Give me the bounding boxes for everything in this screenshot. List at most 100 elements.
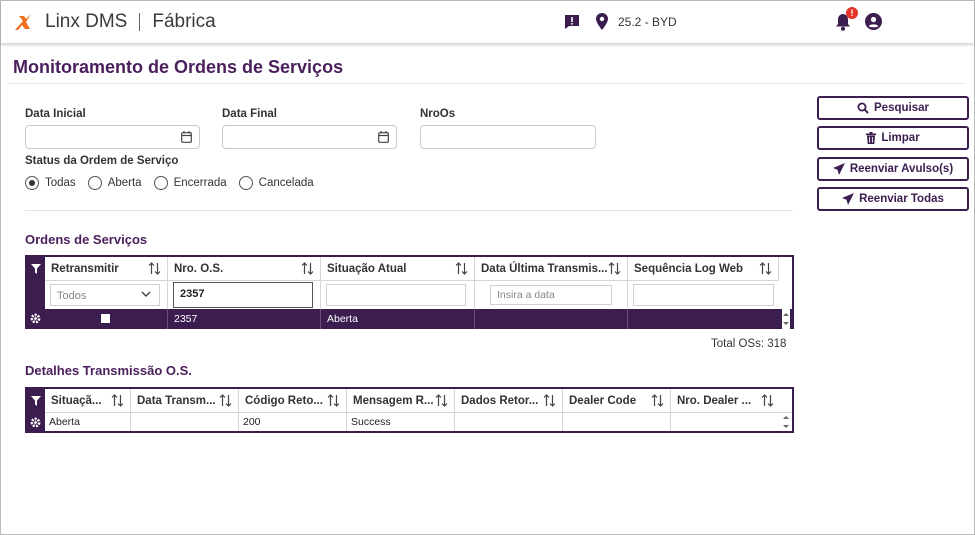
column-header-label: Situação Atual xyxy=(327,263,407,275)
grid-sidebar xyxy=(27,389,45,431)
col-sequencia-log-web[interactable]: Sequência Log Web xyxy=(628,257,779,281)
data-inicial-input[interactable] xyxy=(25,125,200,149)
radio-label: Aberta xyxy=(107,177,142,189)
module-name: Fábrica xyxy=(152,11,216,32)
user-icon[interactable] xyxy=(865,13,882,30)
sort-icon[interactable] xyxy=(608,262,621,275)
notification-badge: ! xyxy=(846,7,858,19)
scrollbar[interactable] xyxy=(782,309,790,329)
filter-icon[interactable] xyxy=(31,396,41,406)
sort-icon[interactable] xyxy=(759,262,772,275)
sort-icon[interactable] xyxy=(761,394,774,407)
pesquisar-button[interactable]: Pesquisar xyxy=(817,96,969,120)
radio-button[interactable] xyxy=(153,176,168,190)
radio-label: Encerrada xyxy=(173,177,227,189)
col-data-transmissao[interactable]: Data Transm... xyxy=(131,389,239,413)
table-row[interactable]: Aberta 200 Success xyxy=(45,413,792,431)
radio-encerrada[interactable]: Encerrada xyxy=(153,176,227,190)
filter-icon[interactable] xyxy=(31,264,41,274)
sort-icon[interactable] xyxy=(455,262,468,275)
data-final-input[interactable] xyxy=(222,125,397,149)
data-inicial-label: Data Inicial xyxy=(25,108,86,120)
filters-divider xyxy=(25,210,793,211)
column-header-label: Dealer Code xyxy=(569,395,637,407)
brand-divider xyxy=(139,13,141,31)
search-icon xyxy=(857,102,869,114)
trash-icon xyxy=(866,132,877,144)
retransmitir-checkbox[interactable] xyxy=(101,314,110,323)
sort-icon[interactable] xyxy=(651,394,664,407)
col-situacao-atual[interactable]: Situação Atual xyxy=(321,257,475,281)
details-grid: Situaçã... Data Transm... Código Reto...… xyxy=(25,387,794,433)
chat-icon[interactable] xyxy=(564,14,580,30)
column-header-label: Dados Retor... xyxy=(461,395,539,407)
col-data-ultima-transmissao[interactable]: Data Última Transmis... xyxy=(475,257,628,281)
select-value: Todos xyxy=(57,290,87,302)
table-row[interactable]: 2357 Aberta xyxy=(45,309,792,329)
cell-mensagem-retorno: Success xyxy=(347,413,455,431)
limpar-label: Limpar xyxy=(881,132,920,144)
store-version[interactable]: 25.2 - BYD xyxy=(618,15,677,29)
filter-cell-situacao xyxy=(321,281,475,309)
reenviar-avulso-button[interactable]: Reenviar Avulso(s) xyxy=(817,157,969,181)
radio-aberta[interactable]: Aberta xyxy=(87,176,142,190)
col-nro-dealer[interactable]: Nro. Dealer ... xyxy=(671,389,792,413)
cell-codigo-retorno: 200 xyxy=(239,413,347,431)
sort-icon[interactable] xyxy=(148,262,161,275)
orders-grid: Retransmitir Nro. O.S. Situação Atual Da… xyxy=(25,255,794,329)
location-pin-icon[interactable] xyxy=(596,13,608,30)
radio-button[interactable] xyxy=(25,176,39,190)
retransmitir-filter-select[interactable]: Todos xyxy=(50,284,160,306)
column-header-label: Situaçã... xyxy=(51,395,102,407)
gear-icon[interactable] xyxy=(30,417,41,428)
sequencia-filter-input[interactable] xyxy=(633,284,774,306)
col-retransmitir[interactable]: Retransmitir xyxy=(45,257,168,281)
radio-button[interactable] xyxy=(238,176,253,190)
calendar-icon[interactable] xyxy=(378,131,389,143)
filter-cell-data: Insira a data xyxy=(475,281,628,309)
column-header-label: Mensagem R... xyxy=(353,395,434,407)
limpar-button[interactable]: Limpar xyxy=(817,126,969,150)
reenviar-avulso-label: Reenviar Avulso(s) xyxy=(849,163,954,175)
col-mensagem-retorno[interactable]: Mensagem R... xyxy=(347,389,455,413)
filter-cell-sequencia xyxy=(628,281,779,309)
reenviar-todas-button[interactable]: Reenviar Todas xyxy=(817,187,969,211)
calendar-icon[interactable] xyxy=(181,131,192,143)
filter-cell-nro-os: 2357 xyxy=(168,281,321,309)
linx-logo-icon xyxy=(15,14,31,30)
gear-icon[interactable] xyxy=(30,313,41,324)
col-nro-os[interactable]: Nro. O.S. xyxy=(168,257,321,281)
sort-icon[interactable] xyxy=(435,394,448,407)
cell-nro-dealer xyxy=(671,413,782,431)
radio-todas[interactable]: Todas xyxy=(25,176,76,190)
column-header-label: Data Última Transmis... xyxy=(481,263,608,275)
col-codigo-retorno[interactable]: Código Reto... xyxy=(239,389,347,413)
reenviar-todas-label: Reenviar Todas xyxy=(859,193,944,205)
sort-icon[interactable] xyxy=(327,394,340,407)
column-header-label: Nro. O.S. xyxy=(174,263,224,275)
data-filter-input[interactable]: Insira a data xyxy=(490,285,612,305)
column-header-label: Retransmitir xyxy=(51,263,119,275)
radio-cancelada[interactable]: Cancelada xyxy=(238,176,314,190)
send-icon xyxy=(832,163,845,175)
nroos-input[interactable] xyxy=(420,125,596,149)
scrollbar[interactable] xyxy=(782,413,790,431)
situacao-filter-input[interactable] xyxy=(326,284,466,306)
cell-situacao: Aberta xyxy=(45,413,131,431)
column-header-label: Nro. Dealer ... xyxy=(677,395,752,407)
sort-icon[interactable] xyxy=(301,262,314,275)
col-situacao[interactable]: Situaçã... xyxy=(45,389,131,413)
cell-dados-retorno xyxy=(455,413,563,431)
sort-icon[interactable] xyxy=(219,394,232,407)
data-final-label: Data Final xyxy=(222,108,277,120)
sort-icon[interactable] xyxy=(111,394,124,407)
radio-button[interactable] xyxy=(87,176,102,190)
column-header-label: Código Reto... xyxy=(245,395,323,407)
col-dados-retorno[interactable]: Dados Retor... xyxy=(455,389,563,413)
radio-label: Cancelada xyxy=(258,177,314,189)
filter-cell-retransmitir: Todos xyxy=(45,281,168,309)
nro-os-filter-input[interactable]: 2357 xyxy=(173,282,313,308)
sort-icon[interactable] xyxy=(543,394,556,407)
col-dealer-code[interactable]: Dealer Code xyxy=(563,389,671,413)
details-section-title: Detalhes Transmissão O.S. xyxy=(25,363,192,378)
